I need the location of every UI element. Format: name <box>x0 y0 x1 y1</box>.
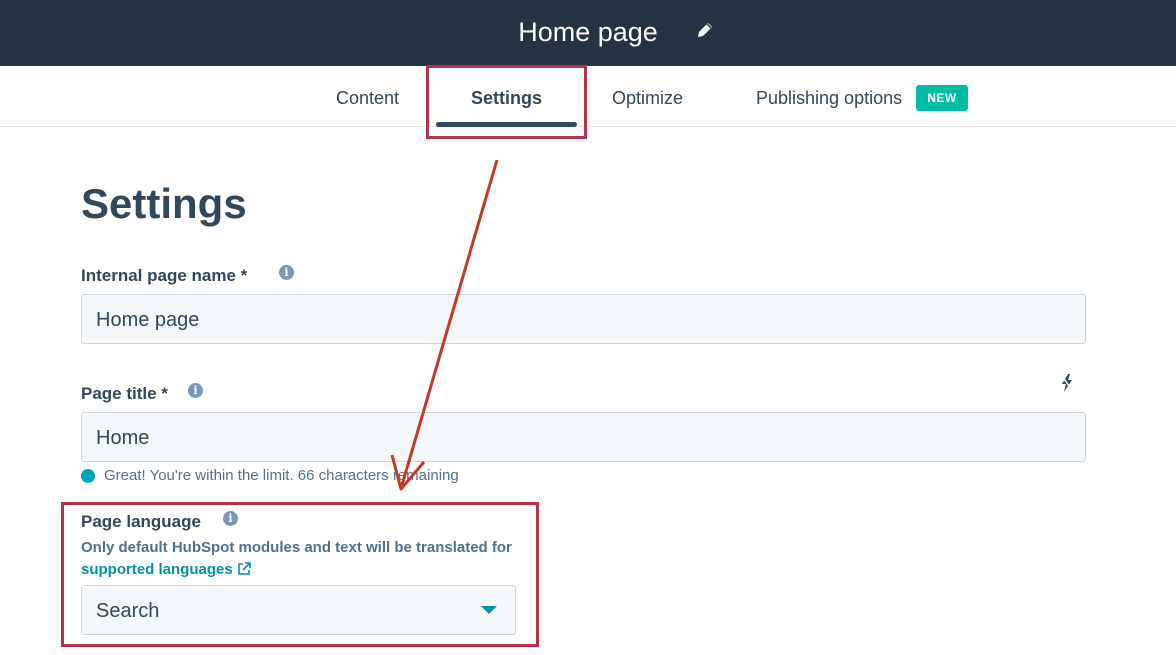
supported-languages-link[interactable]: supported languages <box>81 561 233 578</box>
internal-page-name-value: Home page <box>96 309 200 331</box>
character-limit-status: Great! You're within the limit. 66 chara… <box>104 467 459 484</box>
info-icon[interactable]: i <box>223 511 238 526</box>
info-icon[interactable]: i <box>188 383 203 398</box>
tab-bar: Content Settings Optimize Publishing opt… <box>0 66 1176 127</box>
settings-heading: Settings <box>81 180 247 227</box>
select-value: Search <box>96 600 160 622</box>
page-language-helper: Only default HubSpot modules and text wi… <box>81 537 541 581</box>
tab-publishing-options[interactable]: Publishing options <box>756 86 902 110</box>
page-language-select[interactable]: Search <box>81 585 516 635</box>
info-icon[interactable]: i <box>279 265 294 280</box>
internal-page-name-input[interactable]: Home page <box>81 294 1086 344</box>
settings-tab-highlight <box>426 65 587 139</box>
tab-content[interactable]: Content <box>336 86 399 110</box>
top-bar: Home page <box>0 0 1176 66</box>
tab-optimize[interactable]: Optimize <box>612 86 683 110</box>
page-language-label: Page language <box>81 512 201 531</box>
chevron-down-icon[interactable] <box>481 606 497 614</box>
page-title-label: Page title * <box>81 384 168 403</box>
status-dot <box>81 469 95 483</box>
pencil-icon[interactable] <box>695 20 715 40</box>
page-name: Home page <box>518 17 658 47</box>
lightning-icon[interactable] <box>1060 374 1074 392</box>
page-title-header: Home page <box>0 14 1176 50</box>
page-title-value: Home <box>96 427 150 449</box>
page-title-input[interactable]: Home <box>81 412 1086 462</box>
new-badge: NEW <box>916 85 968 111</box>
external-link-icon[interactable] <box>237 562 251 576</box>
internal-page-name-label: Internal page name * <box>81 266 248 285</box>
helper-text: Only default HubSpot modules and text wi… <box>81 539 512 556</box>
